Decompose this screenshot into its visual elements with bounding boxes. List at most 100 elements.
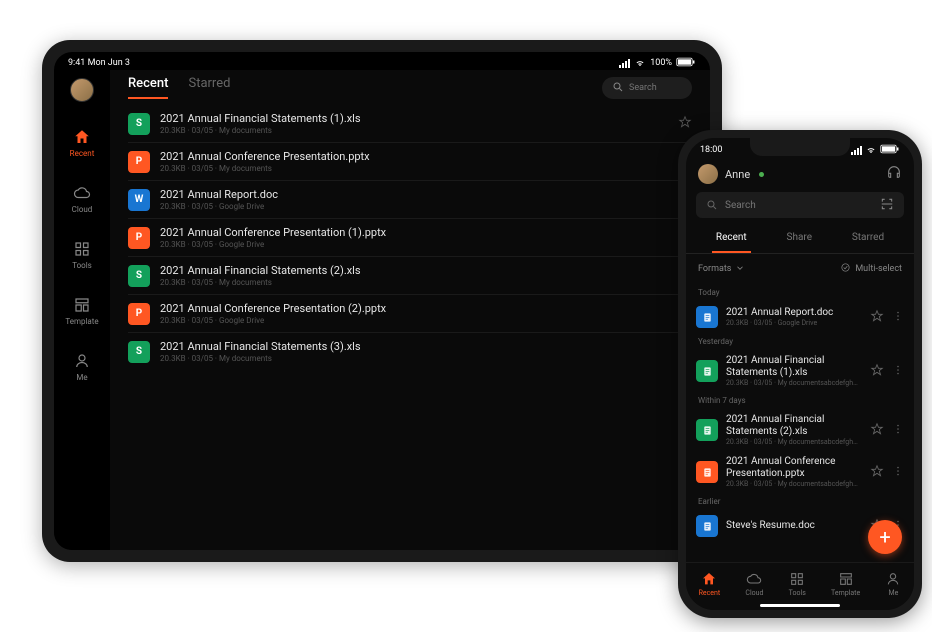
sidebar-item-tools[interactable]: Tools	[72, 240, 92, 270]
nav-label: Template	[65, 317, 98, 326]
file-type-icon: P	[128, 227, 150, 249]
status-time: 9:41 Mon Jun 3	[68, 58, 130, 68]
star-icon[interactable]	[870, 309, 884, 326]
file-row[interactable]: S 2021 Annual Financial Statements (2).x…	[128, 257, 692, 295]
file-row[interactable]: S 2021 Annual Financial Statements (3).x…	[128, 333, 692, 370]
tablet-sidebar: Recent Cloud Tools Template Me	[54, 70, 110, 550]
file-type-icon	[696, 360, 718, 382]
multi-select-button[interactable]: Multi-select	[840, 262, 902, 276]
signal-icon	[619, 59, 630, 68]
nav-label: Recent	[699, 589, 721, 597]
person-icon	[73, 352, 91, 370]
file-name: 2021 Annual Financial Statements (2).xls	[160, 264, 668, 277]
signal-icon	[851, 146, 862, 155]
nav-item-me[interactable]: Me	[885, 571, 901, 597]
file-type-icon: P	[128, 151, 150, 173]
nav-item-tools[interactable]: Tools	[789, 571, 806, 597]
section-header: Earlier	[698, 497, 904, 506]
file-name: Steve's Resume.doc	[726, 520, 862, 532]
cloud-icon	[746, 571, 762, 587]
nav-label: Me	[888, 589, 898, 597]
star-icon[interactable]	[870, 422, 884, 439]
file-name: 2021 Annual Conference Presentation (2).…	[160, 302, 668, 315]
username: Anne	[725, 168, 750, 181]
file-row[interactable]: P 2021 Annual Conference Presentation (1…	[128, 219, 692, 257]
nav-item-recent[interactable]: Recent	[699, 571, 721, 597]
nav-item-cloud[interactable]: Cloud	[745, 571, 763, 597]
nav-label: Tools	[789, 589, 806, 597]
person-icon	[885, 571, 901, 587]
tab-starred[interactable]: Starred	[848, 226, 888, 253]
star-icon[interactable]	[870, 363, 884, 380]
user-info[interactable]: Anne	[698, 164, 764, 184]
file-name: 2021 Annual Report.doc	[160, 188, 668, 201]
more-icon[interactable]	[892, 310, 904, 325]
home-icon	[701, 571, 717, 587]
sidebar-item-template[interactable]: Template	[65, 296, 98, 326]
file-name: 2021 Annual Financial Statements (2).xls	[726, 414, 862, 438]
file-meta: 20.3KB · 03/05 · Google Drive	[726, 319, 862, 327]
file-meta: 20.3KB · 03/05 · Google Drive	[160, 316, 668, 325]
file-name: 2021 Annual Conference Presentation.pptx	[726, 456, 862, 480]
tab-starred[interactable]: Starred	[188, 76, 230, 99]
formats-filter[interactable]: Formats	[698, 263, 745, 276]
check-icon	[840, 262, 851, 276]
file-row[interactable]: 2021 Annual Financial Statements (2).xls…	[696, 409, 904, 451]
file-row[interactable]: 2021 Annual Financial Statements (1).xls…	[696, 350, 904, 392]
template-icon	[838, 571, 854, 587]
nav-item-template[interactable]: Template	[831, 571, 860, 597]
file-row[interactable]: 2021 Annual Conference Presentation.pptx…	[696, 451, 904, 493]
battery-icon	[676, 57, 696, 70]
section-header: Within 7 days	[698, 396, 904, 405]
file-meta: 20.3KB · 03/05 · My documents	[160, 126, 668, 135]
file-row[interactable]: 2021 Annual Report.doc20.3KB · 03/05 · G…	[696, 301, 904, 333]
file-meta: 20.3KB · 03/05 · Google Drive	[160, 240, 668, 249]
file-type-icon	[696, 306, 718, 328]
tab-share[interactable]: Share	[783, 226, 816, 253]
search-input[interactable]	[696, 192, 904, 218]
sidebar-item-recent[interactable]: Recent	[70, 128, 95, 158]
file-row[interactable]: S 2021 Annual Financial Statements (1).x…	[128, 105, 692, 143]
nav-label: Cloud	[72, 205, 93, 214]
headphone-icon[interactable]	[886, 164, 902, 184]
phone-bottom-nav: Recent Cloud Tools Template Me	[686, 562, 914, 610]
section-header: Yesterday	[698, 337, 904, 346]
tablet-status-bar: 9:41 Mon Jun 3 100%	[54, 52, 710, 70]
file-row[interactable]: P 2021 Annual Conference Presentation (2…	[128, 295, 692, 333]
file-row[interactable]: W 2021 Annual Report.doc20.3KB · 03/05 ·…	[128, 181, 692, 219]
star-icon[interactable]	[870, 464, 884, 481]
file-type-icon	[696, 461, 718, 483]
file-meta: 20.3KB · 03/05 · My documentsabcdefgh…	[726, 438, 862, 446]
more-icon[interactable]	[892, 423, 904, 438]
nav-label: Me	[76, 373, 87, 382]
chevron-down-icon	[735, 263, 745, 276]
more-icon[interactable]	[892, 364, 904, 379]
avatar[interactable]	[70, 78, 94, 102]
file-meta: 20.3KB · 03/05 · My documentsabcdefgh…	[726, 379, 862, 387]
tab-recent[interactable]: Recent	[128, 76, 168, 99]
search-field[interactable]	[725, 200, 873, 211]
add-button[interactable]: +	[868, 520, 902, 554]
file-meta: 20.3KB · 03/05 · My documents	[160, 164, 668, 173]
file-name: 2021 Annual Financial Statements (3).xls	[160, 340, 668, 353]
star-icon[interactable]	[678, 115, 692, 133]
search-icon	[612, 78, 624, 97]
wifi-icon	[865, 143, 877, 158]
file-row[interactable]: P 2021 Annual Conference Presentation.pp…	[128, 143, 692, 181]
sidebar-item-me[interactable]: Me	[73, 352, 91, 382]
search-input[interactable]	[602, 77, 692, 99]
scan-icon[interactable]	[880, 197, 894, 214]
file-type-icon: S	[128, 113, 150, 135]
file-meta: 20.3KB · 03/05 · My documentsabcdefgh…	[726, 480, 862, 488]
search-field[interactable]	[629, 83, 682, 93]
avatar	[698, 164, 718, 184]
file-type-icon: W	[128, 189, 150, 211]
tab-recent[interactable]: Recent	[712, 226, 751, 253]
sidebar-item-cloud[interactable]: Cloud	[72, 184, 93, 214]
file-name: 2021 Annual Report.doc	[726, 307, 862, 319]
more-icon[interactable]	[892, 465, 904, 480]
file-type-icon	[696, 419, 718, 441]
status-time: 18:00	[700, 145, 722, 155]
wifi-icon	[634, 56, 646, 71]
tablet-tabs: Recent Starred	[128, 76, 230, 99]
